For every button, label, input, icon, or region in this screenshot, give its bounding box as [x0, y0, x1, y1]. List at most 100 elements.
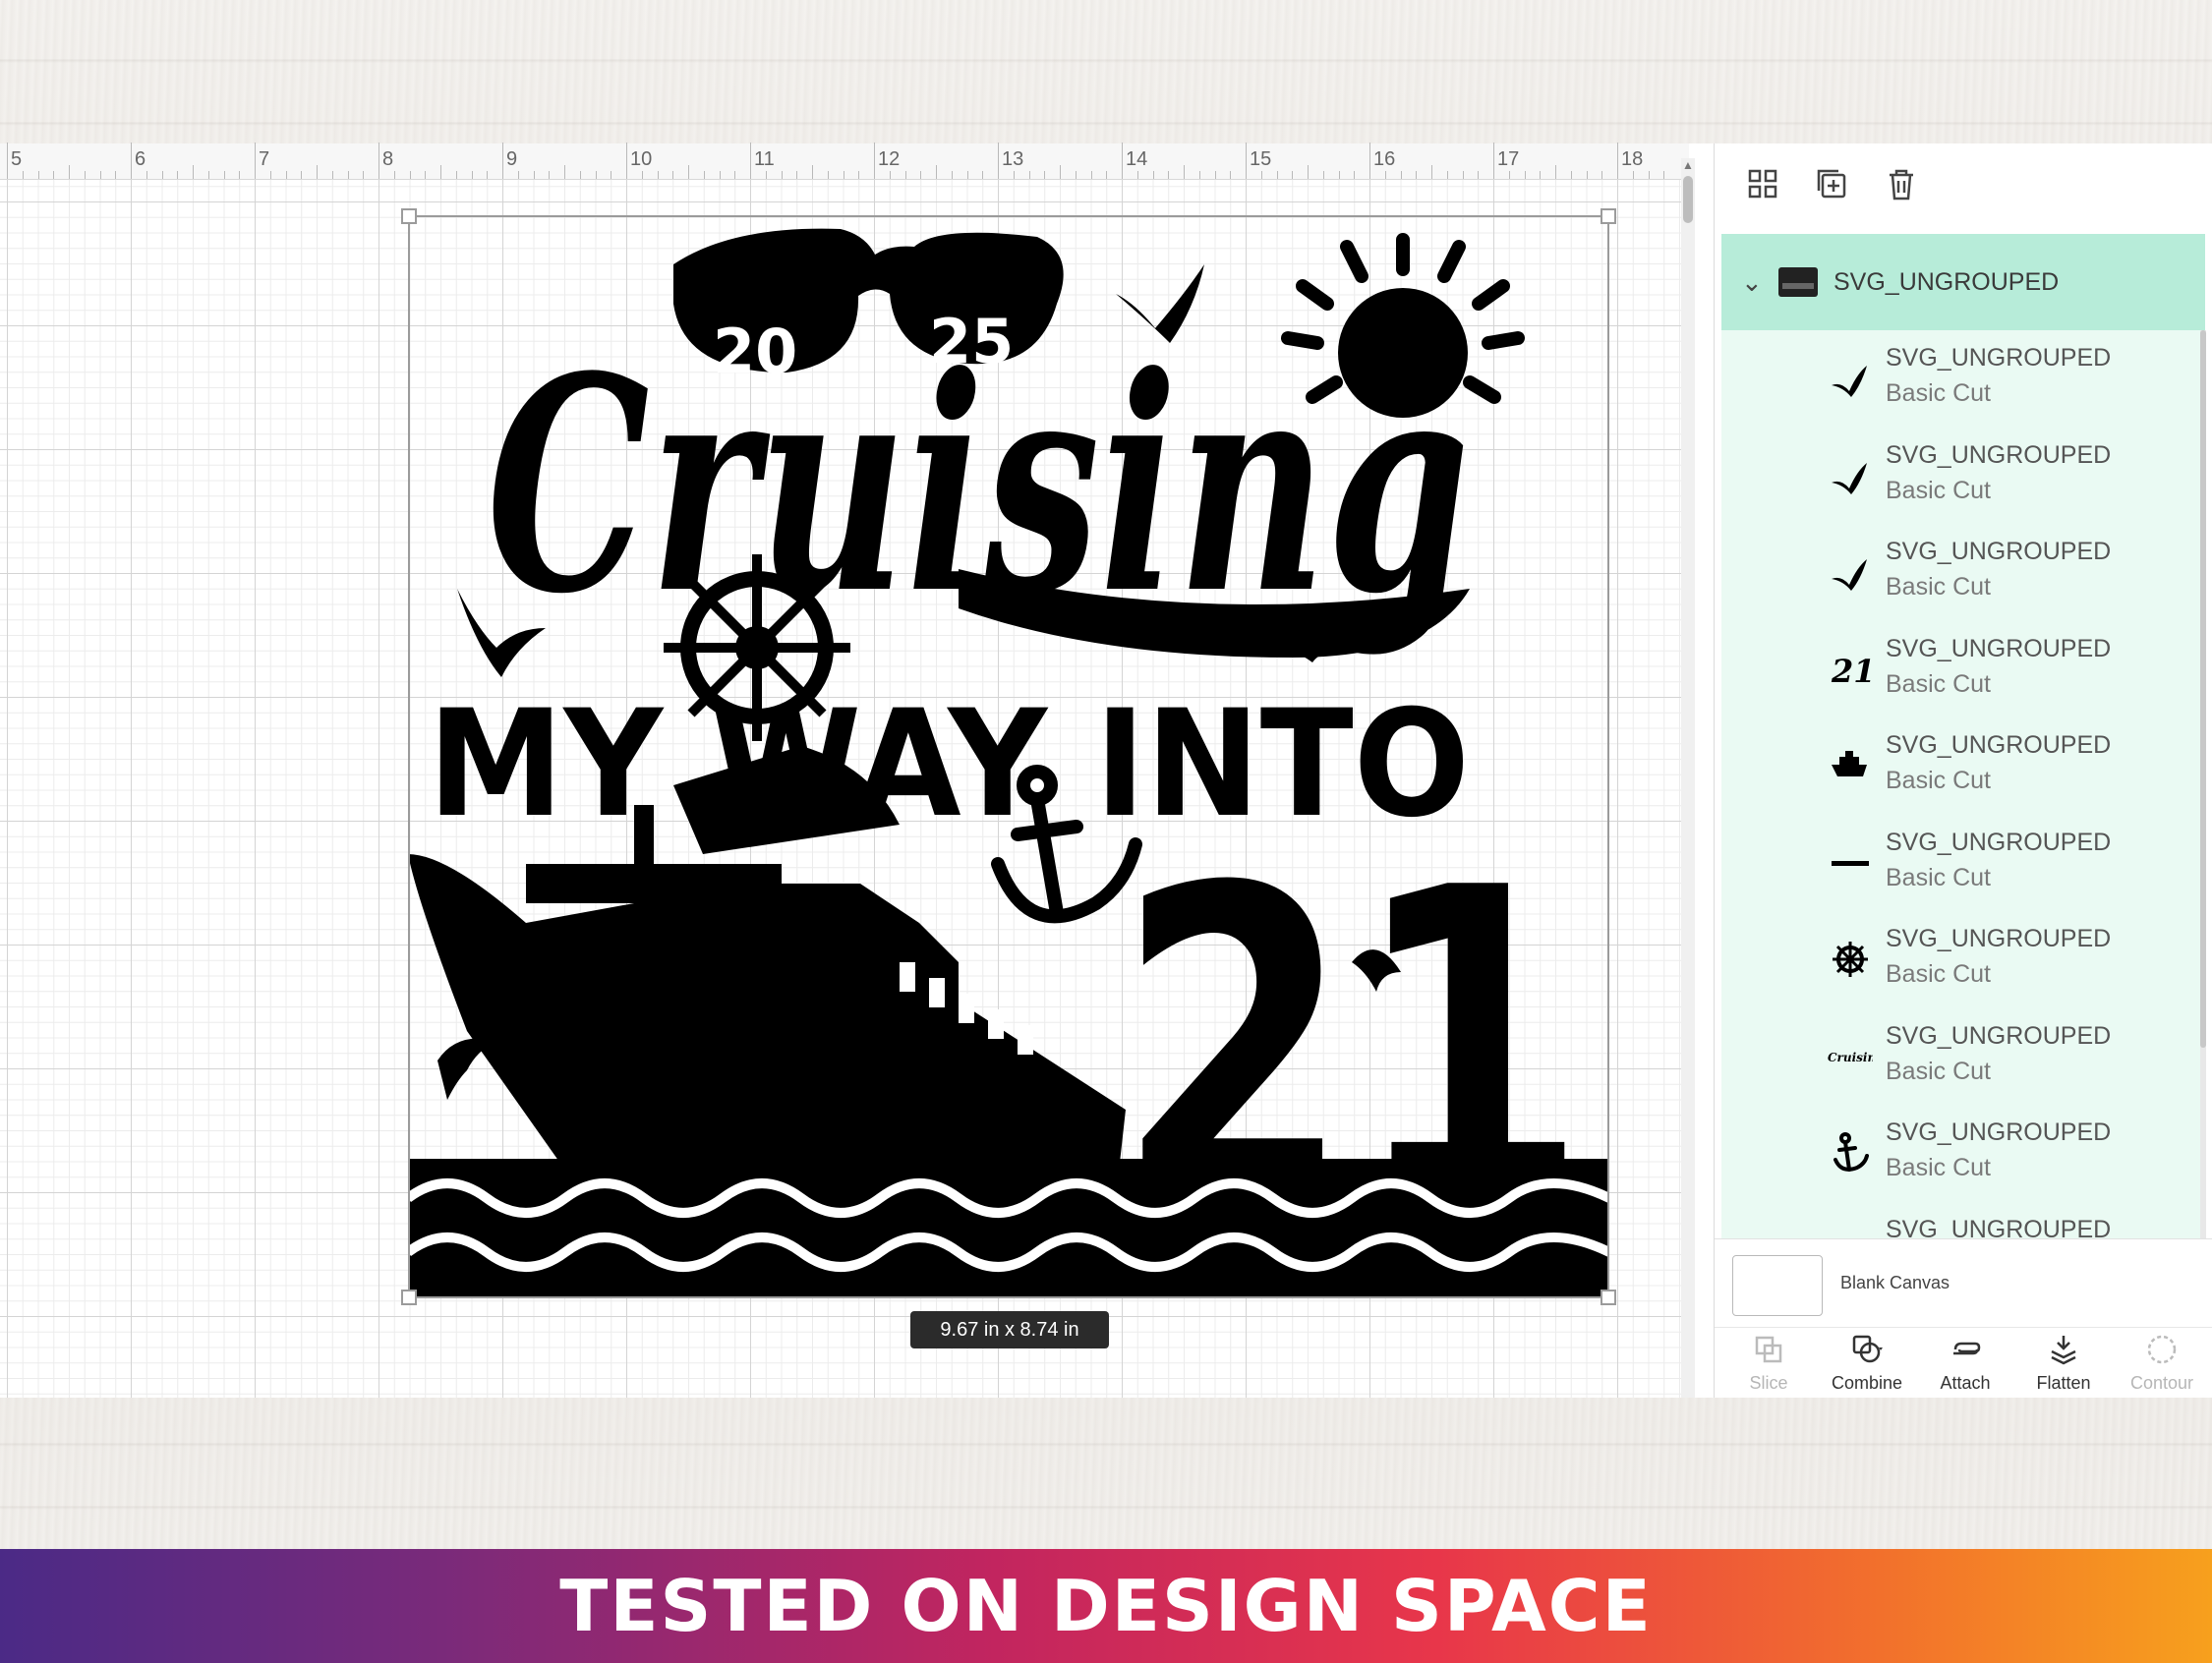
dimensions-badge: 9.67 in x 8.74 in: [910, 1311, 1109, 1348]
ruler-minor-tick: [1416, 171, 1418, 179]
layer-item[interactable]: 21 SVG_UNGROUPED Basic Cut: [1721, 621, 2205, 717]
chevron-down-icon[interactable]: ⌄: [1741, 267, 1771, 298]
flatten-label: Flatten: [2036, 1373, 2091, 1393]
canvas-scrollbar-thumb[interactable]: [1683, 176, 1693, 223]
layer-item[interactable]: SVG_UNGROUPED Basic Cut: [1721, 330, 2205, 427]
ruler-major-tick: [502, 143, 503, 179]
ruler-minor-tick: [982, 171, 984, 179]
ruler-minor-tick: [471, 171, 473, 179]
blank-canvas-row[interactable]: Blank Canvas: [1715, 1238, 2212, 1327]
contour-button[interactable]: Contour: [2113, 1332, 2211, 1394]
ruler-number: 15: [1250, 148, 1272, 170]
resize-handle-top-left[interactable]: [401, 208, 417, 224]
layer-item[interactable]: SVG_UNGROUPED Basic Cut: [1721, 911, 2205, 1007]
ruler-major-tick: [1122, 143, 1123, 179]
number-21-icon-text: 21: [1831, 653, 1873, 690]
ruler-number: 11: [754, 148, 775, 170]
group-icon[interactable]: [1744, 165, 1783, 204]
slice-label: Slice: [1749, 1373, 1788, 1393]
horizontal-ruler: 5 6 7 8 9 10 11 12 13 14 15 16 17 18: [0, 143, 1689, 180]
ruler-minor-tick: [1648, 171, 1650, 179]
ruler-minor-tick: [936, 165, 937, 179]
ruler-number: 9: [506, 148, 518, 170]
layer-operation-type: Basic Cut: [1886, 863, 1991, 891]
flatten-button[interactable]: Flatten: [2014, 1332, 2113, 1394]
layer-list: SVG_UNGROUPED Basic Cut SVG_UNGROUPED Basic…: [1721, 330, 2205, 1238]
ruler-minor-tick: [564, 165, 565, 179]
ruler-minor-tick: [657, 171, 659, 179]
resize-handle-bottom-right[interactable]: [1601, 1290, 1616, 1305]
ruler-major-tick: [1617, 143, 1618, 179]
ruler-minor-tick: [1601, 171, 1603, 179]
layer-name: SVG_UNGROUPED: [1886, 1215, 2112, 1239]
layer-group-header[interactable]: ⌄ SVG_UNGROUPED: [1721, 234, 2205, 330]
combine-label: Combine: [1831, 1373, 1903, 1393]
layer-operation-type: Basic Cut: [1886, 573, 1991, 601]
ruler-minor-tick: [1276, 171, 1278, 179]
ruler-minor-tick: [487, 171, 489, 179]
banner-text: TESTED ON DESIGN SPACE: [559, 1565, 1653, 1647]
ruler-minor-tick: [161, 171, 163, 179]
ruler-major-tick: [750, 143, 751, 179]
ruler-minor-tick: [53, 171, 55, 179]
ruler-minor-tick: [285, 171, 287, 179]
ruler-minor-tick: [1462, 171, 1464, 179]
layer-item[interactable]: SVG_UNGROUPED Basic Cut: [1721, 1105, 2205, 1201]
layer-item[interactable]: SVG_UNGROUPED Basic Cut: [1721, 815, 2205, 911]
attach-icon: [1953, 1342, 1981, 1355]
layer-group-name: SVG_UNGROUPED: [1834, 267, 2060, 296]
ruler-minor-tick: [858, 171, 860, 179]
combine-button[interactable]: Combine: [1818, 1332, 1916, 1394]
partial-icon: [1828, 1228, 1873, 1239]
ruler-minor-tick: [1322, 171, 1324, 179]
delete-icon[interactable]: [1882, 165, 1921, 204]
layer-item[interactable]: Cruising SVG_UNGROUPED Basic Cut: [1721, 1008, 2205, 1105]
layer-list-scrollbar[interactable]: [2200, 330, 2206, 1238]
ruler-minor-tick: [1555, 165, 1556, 179]
layer-item[interactable]: SVG_UNGROUPED Basic Cut: [1721, 717, 2205, 814]
resize-handle-bottom-left[interactable]: [401, 1290, 417, 1305]
ruler-minor-tick: [409, 171, 411, 179]
ruler-minor-tick: [1060, 165, 1061, 179]
ruler-minor-tick: [1028, 171, 1030, 179]
ruler-minor-tick: [1168, 171, 1170, 179]
ship-wheel-icon: [1833, 942, 1868, 977]
ruler-minor-tick: [1230, 171, 1232, 179]
layer-item[interactable]: SVG_UNGROUPED Basic Cut: [1721, 428, 2205, 524]
ruler-minor-tick: [1152, 171, 1154, 179]
ruler-minor-tick: [363, 171, 365, 179]
ruler-minor-tick: [827, 171, 829, 179]
resize-handle-top-right[interactable]: [1601, 208, 1616, 224]
ship-icon: [1832, 751, 1867, 776]
layers-toolbar: [1715, 143, 2212, 224]
seagull-icon: [1832, 366, 1867, 397]
slice-button[interactable]: Slice: [1719, 1332, 1818, 1394]
ruler-minor-tick: [22, 171, 24, 179]
duplicate-icon[interactable]: [1813, 165, 1852, 204]
ruler-minor-tick: [1013, 171, 1015, 179]
ruler-minor-tick: [1586, 171, 1588, 179]
ruler-minor-tick: [966, 171, 968, 179]
ruler-minor-tick: [84, 171, 86, 179]
ruler-major-tick: [1369, 143, 1370, 179]
layer-name: SVG_UNGROUPED: [1886, 925, 2112, 952]
ruler-minor-tick: [393, 171, 395, 179]
canvas-scrollbar[interactable]: ▲: [1681, 158, 1695, 1398]
scroll-up-icon[interactable]: ▲: [1682, 158, 1694, 172]
seagull-icon: [1832, 559, 1867, 591]
layer-item[interactable]: SVG_UNGROUPED Basic Cut: [1721, 524, 2205, 620]
attach-button[interactable]: Attach: [1916, 1332, 2014, 1394]
layer-operation-type: Basic Cut: [1886, 669, 1991, 698]
ruler-minor-tick: [904, 171, 906, 179]
ruler-number: 10: [630, 148, 653, 170]
layer-list-scrollbar-thumb[interactable]: [2200, 330, 2206, 1048]
ruler-minor-tick: [69, 165, 70, 179]
layer-operation-type: Basic Cut: [1886, 1057, 1991, 1085]
ruler-number: 17: [1497, 148, 1520, 170]
ruler-minor-tick: [1632, 171, 1634, 179]
blank-canvas-swatch[interactable]: [1732, 1255, 1823, 1316]
layer-item[interactable]: SVG_UNGROUPED: [1721, 1202, 2205, 1239]
ruler-minor-tick: [223, 171, 225, 179]
selection-box[interactable]: [401, 208, 1616, 1305]
slice-icon: [1755, 1336, 1782, 1363]
